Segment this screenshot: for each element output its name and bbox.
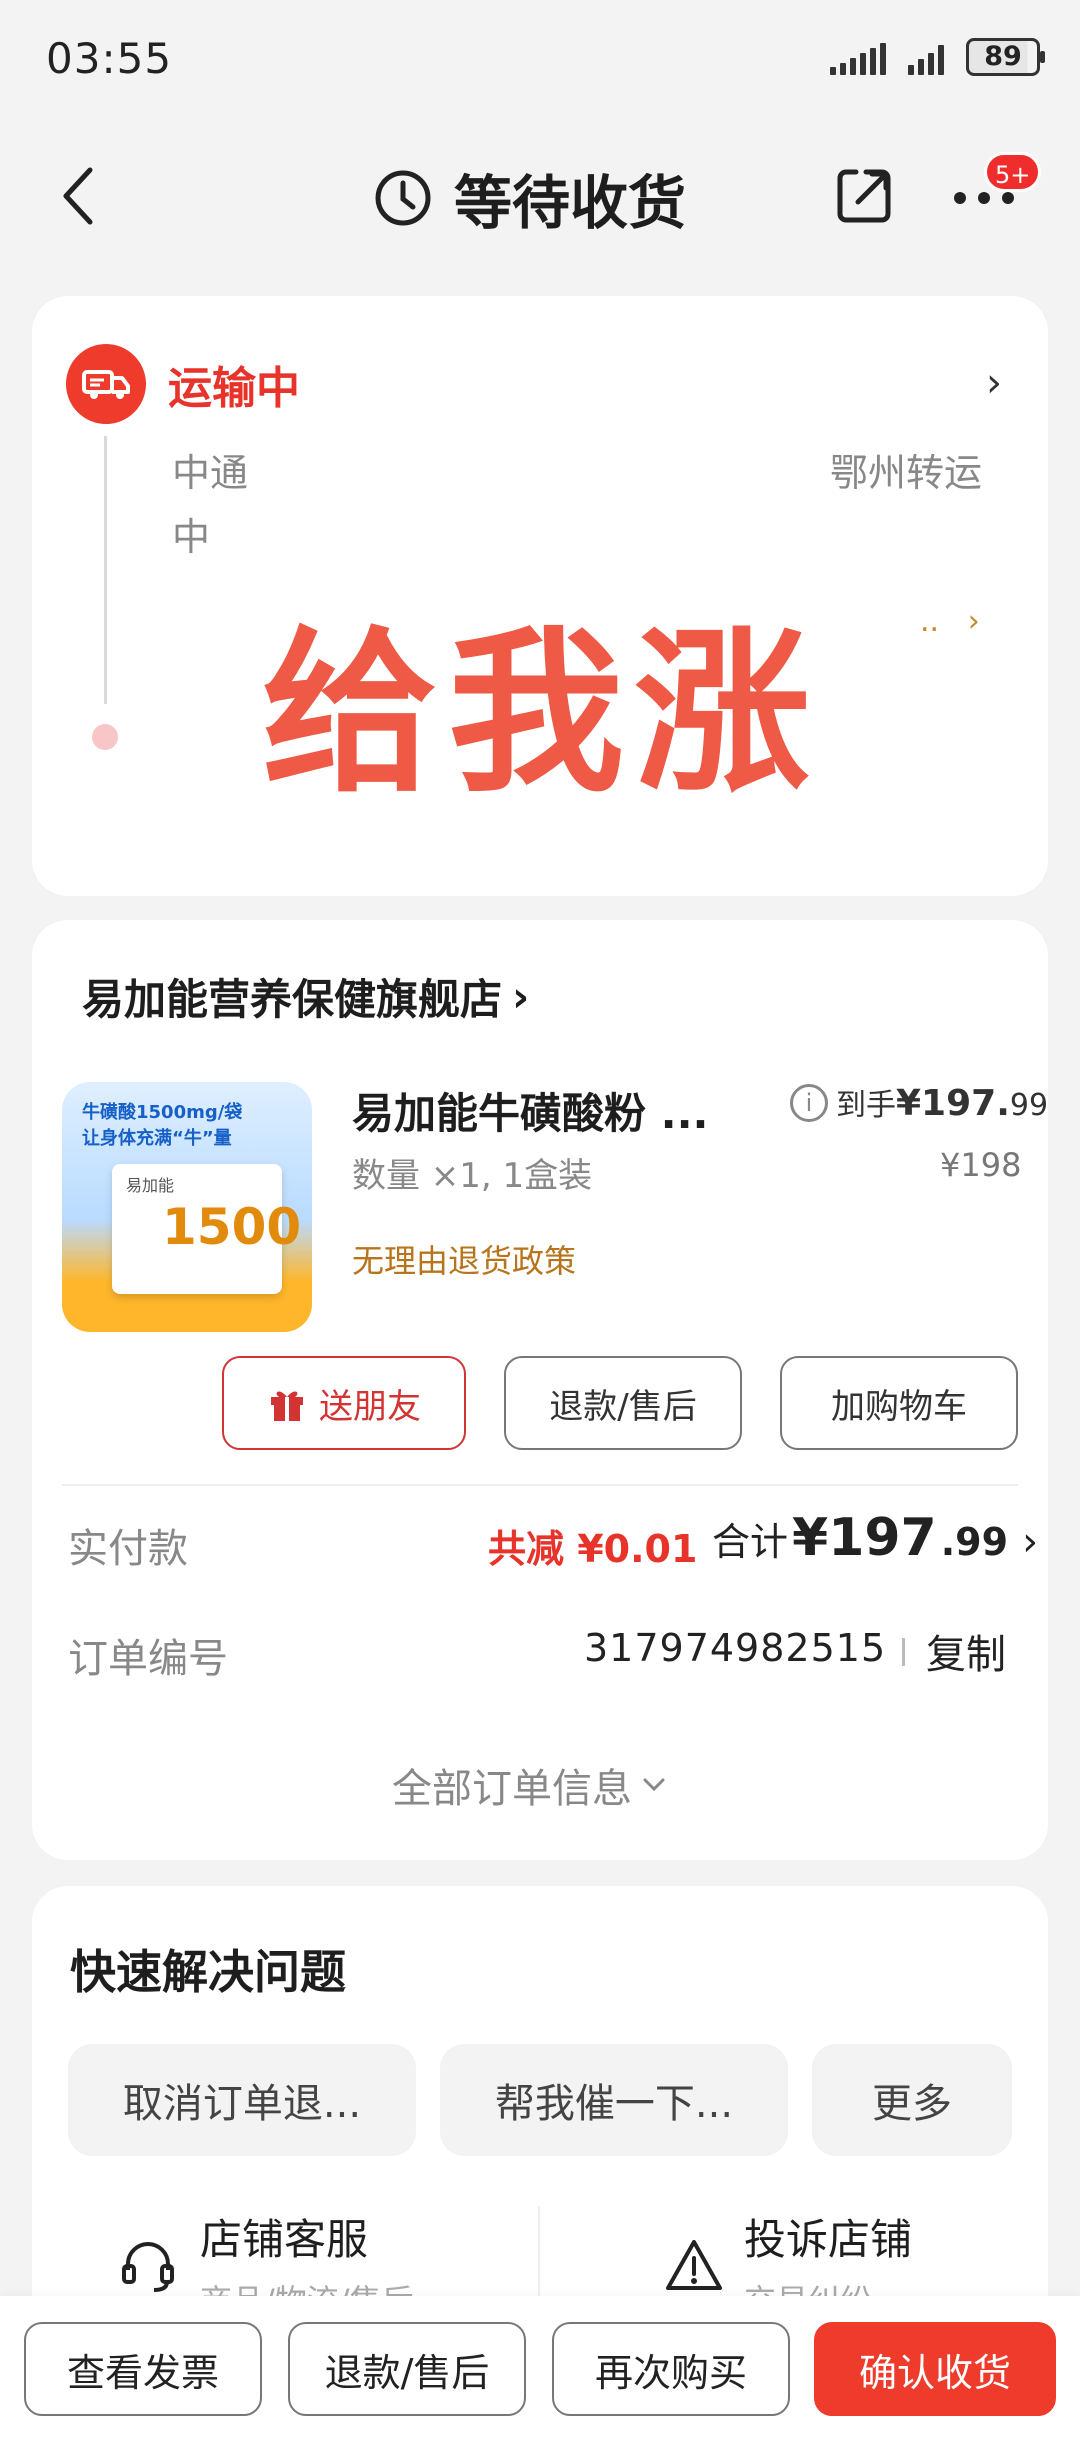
truck-icon <box>66 344 146 424</box>
add-to-cart-button[interactable]: 加购物车 <box>780 1356 1018 1450</box>
page-title-text: 等待收货 <box>454 169 687 237</box>
discount-amount: 共减 ¥0.01 <box>488 1527 698 1571</box>
product-title[interactable]: 易加能牛磺酸粉 ... <box>352 1080 709 1141</box>
product-image-text: 牛磺酸1500mg/袋 <box>82 1102 243 1123</box>
logistics-detail-line2: 中 <box>172 515 211 559</box>
quick-solve-title: 快速解决问题 <box>70 1945 346 1999</box>
chevron-left-icon <box>63 167 93 225</box>
logistics-more-text: .. <box>920 604 940 639</box>
refund-aftersale-button[interactable]: 退款/售后 <box>288 2322 526 2416</box>
chevron-right-icon[interactable]: › <box>986 360 1002 406</box>
info-icon[interactable]: i <box>790 1084 828 1122</box>
logistics-detail-right: 鄂州转运 <box>830 451 983 495</box>
logistics-more-hint[interactable]: .. › <box>920 604 980 639</box>
view-invoice-button[interactable]: 查看发票 <box>24 2322 262 2416</box>
separator <box>902 1638 905 1666</box>
copy-button[interactable]: 复制 <box>926 1622 1006 1680</box>
quick-chip-cancel[interactable]: 取消订单退... <box>68 2044 416 2156</box>
shop-name-text: 易加能营养保健旗舰店 <box>82 975 503 1024</box>
divider <box>62 1484 1018 1486</box>
product-image-number: 1500 <box>162 1198 302 1256</box>
overlay-sticker-text: 给我涨 <box>262 611 821 816</box>
confirm-receipt-button[interactable]: 确认收货 <box>814 2322 1056 2416</box>
signal-icon <box>830 39 886 75</box>
chevron-down-icon <box>643 1778 665 1792</box>
return-policy[interactable]: 无理由退货政策 <box>352 1236 576 1282</box>
product-image-brand: 易加能 <box>126 1176 175 1195</box>
total-decimal: .99 <box>940 1520 1009 1564</box>
final-price-main: ¥197. <box>896 1083 1010 1124</box>
status-time: 03:55 <box>46 34 173 83</box>
warning-icon[interactable] <box>664 2236 724 2296</box>
total-main: ¥197 <box>792 1508 937 1568</box>
clock-icon <box>375 170 431 226</box>
original-price: ¥198 <box>940 1146 1022 1184</box>
customer-service-label[interactable]: 店铺客服 <box>200 2206 368 2267</box>
order-number: 317974982515 <box>584 1626 887 1670</box>
headset-icon[interactable] <box>118 2236 178 2296</box>
share-button[interactable] <box>832 164 896 228</box>
back-button[interactable] <box>52 160 112 232</box>
shop-name[interactable]: 易加能营养保健旗舰店 › <box>82 966 529 1027</box>
product-image-text: 让身体充满“牛”量 <box>82 1128 232 1149</box>
all-order-info-toggle[interactable]: 全部订单信息 <box>392 1756 666 1814</box>
shipping-status: 运输中 <box>168 363 300 414</box>
page-title: 等待收货 <box>374 156 686 240</box>
quick-chip-urge[interactable]: 帮我催一下... <box>440 2044 788 2156</box>
total-label: 合计 <box>712 1520 789 1564</box>
battery-icon: 89 <box>966 38 1045 76</box>
refund-button[interactable]: 退款/售后 <box>504 1356 742 1450</box>
total-amount[interactable]: 合计 ¥197.99 › <box>712 1508 1038 1568</box>
share-icon <box>837 169 891 223</box>
status-icons: 89 <box>830 38 1045 76</box>
timeline-dot <box>92 724 118 750</box>
gift-friend-button[interactable]: 送朋友 <box>222 1356 466 1450</box>
quick-chip-more[interactable]: 更多 <box>812 2044 1012 2156</box>
complain-store-label[interactable]: 投诉店铺 <box>744 2206 912 2267</box>
buy-again-button[interactable]: 再次购买 <box>552 2322 790 2416</box>
paid-label: 实付款 <box>68 1526 188 1572</box>
order-number-label: 订单编号 <box>68 1636 228 1682</box>
gift-icon <box>271 1391 303 1421</box>
final-price-label: 到手 <box>836 1088 896 1123</box>
product-quantity: 数量 ×1, 1盒装 <box>352 1156 593 1196</box>
all-order-info-label: 全部订单信息 <box>392 1766 632 1812</box>
logistics-detail-left: 中通 <box>172 451 249 495</box>
notification-badge: 5+ <box>984 152 1042 192</box>
product-image[interactable]: 牛磺酸1500mg/袋 让身体充满“牛”量 易加能 1500 <box>62 1082 312 1332</box>
gift-friend-label: 送朋友 <box>319 1386 421 1427</box>
timeline-line <box>104 436 107 704</box>
final-price-decimal: 99 <box>1009 1088 1049 1123</box>
chevron-right-icon: › <box>512 972 530 1021</box>
chevron-right-icon: › <box>1022 1519 1039 1565</box>
final-price: 到手¥197.99 <box>836 1080 1048 1124</box>
signal-icon-2 <box>908 39 944 75</box>
chevron-right-icon: › <box>967 604 980 639</box>
